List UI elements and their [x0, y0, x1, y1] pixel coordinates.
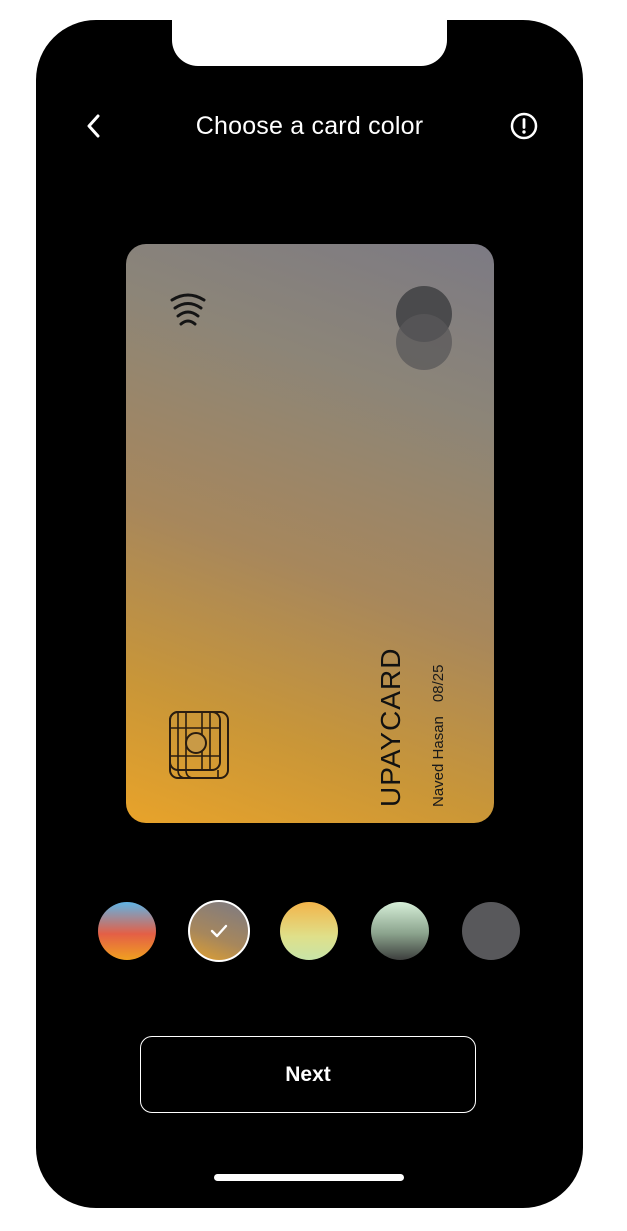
card-holder-name: Naved Hasan [430, 716, 447, 807]
chip-icon [169, 711, 229, 779]
back-button[interactable] [78, 110, 110, 142]
check-icon [190, 902, 248, 960]
swatch-sunset[interactable] [98, 902, 156, 960]
card-holder-info: Naved Hasan 08/25 [428, 665, 450, 807]
chevron-left-icon [87, 114, 100, 138]
network-circle-bottom [396, 314, 452, 370]
swatch-graphite[interactable] [462, 902, 520, 960]
swatch-bronze-selected[interactable] [188, 900, 250, 962]
phone-notch [172, 20, 447, 66]
phone-frame: Choose a card color UPAYCARD Naved Hasan… [36, 20, 583, 1208]
info-button[interactable] [508, 110, 540, 142]
swatch-mint[interactable] [371, 902, 429, 960]
header: Choose a card color [36, 104, 583, 148]
contactless-icon [170, 293, 206, 326]
card-expiry: 08/25 [430, 664, 447, 703]
next-button[interactable]: Next [140, 1036, 476, 1113]
card-brand-name: UPAYCARD [375, 647, 406, 807]
card-network-logo [394, 284, 454, 372]
card-preview: UPAYCARD Naved Hasan 08/25 [126, 244, 494, 823]
page-title: Choose a card color [195, 112, 424, 140]
home-indicator [214, 1174, 404, 1181]
swatch-lemon[interactable] [280, 902, 338, 960]
color-swatch-row [98, 900, 523, 962]
info-circle-icon [510, 112, 538, 140]
